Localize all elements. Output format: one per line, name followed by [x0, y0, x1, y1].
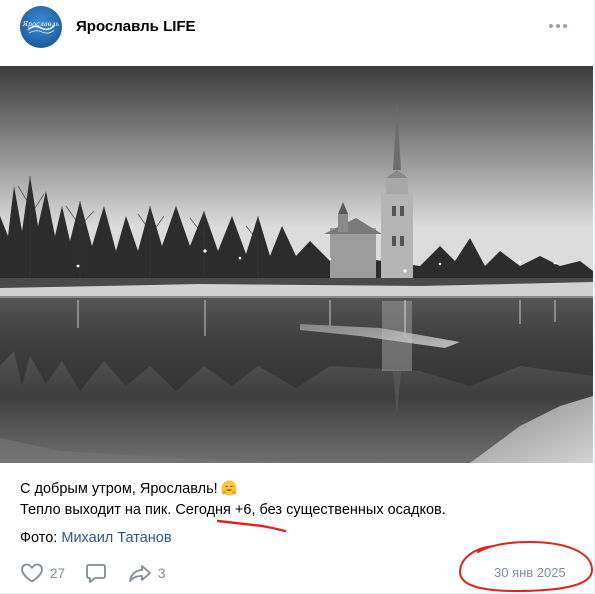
author-link[interactable]: Михаил Татанов [61, 530, 171, 546]
more-horizontal-icon[interactable] [547, 18, 569, 34]
heart-icon [21, 563, 43, 583]
avatar-logo-icon: Ярославль [20, 6, 62, 48]
share-arrow-icon [129, 565, 151, 582]
post-date[interactable]: 30 янв 2025 [494, 565, 566, 580]
smiling-face-with-open-hands-emoji [221, 480, 237, 496]
like-button[interactable]: 27 [20, 560, 65, 586]
avatar-logo-text: Ярославль [22, 20, 60, 28]
post-header: Ярославль Ярославль LIFE [0, 0, 595, 66]
post-card: Ярославль Ярославль LIFE С добрым утром,… [0, 0, 595, 594]
community-avatar[interactable]: Ярославль [20, 6, 62, 48]
community-name[interactable]: Ярославль LIFE [76, 18, 196, 35]
comment-button[interactable] [85, 560, 107, 586]
church-landscape-photo [0, 66, 593, 463]
post-photo[interactable] [0, 66, 593, 463]
share-button[interactable]: 3 [128, 560, 166, 586]
credit-label: Фото: [20, 530, 58, 546]
post-text-line-1: С добрым утром, Ярославль! [20, 479, 580, 500]
reposts-count: 3 [158, 565, 166, 581]
post-text: С добрым утром, Ярославль! Тепло выходит… [20, 479, 580, 521]
likes-count: 27 [50, 565, 66, 581]
photo-credit: Фото: Михаил Татанов [20, 530, 172, 546]
greeting-text: С добрым утром, Ярославль! [20, 481, 218, 497]
post-text-line-2: Тепло выходит на пик. Сегодня +6, без су… [20, 502, 446, 518]
comment-icon [86, 564, 106, 583]
